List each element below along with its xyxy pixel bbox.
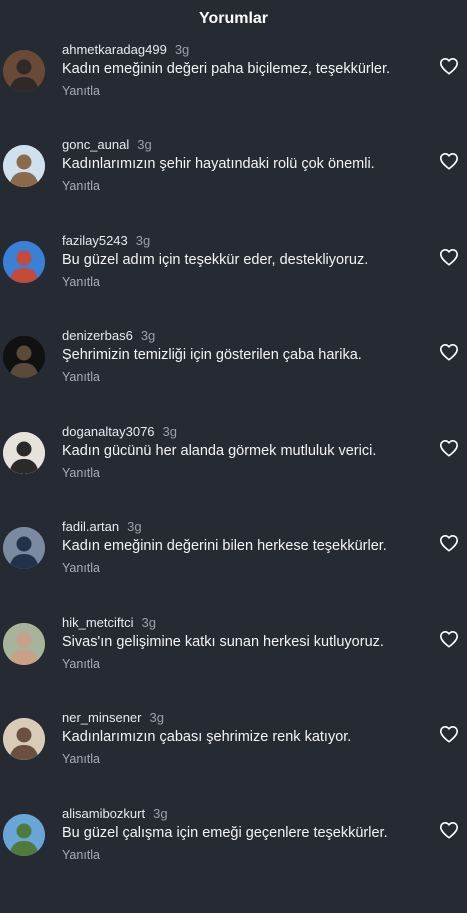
reply-button[interactable]: Yanıtla (62, 657, 100, 671)
comment-text: Kadın emeğinin değerini bilen herkese te… (62, 538, 387, 554)
comment-text: Sivas'ın gelişimine katkı sunan herkesi … (62, 634, 384, 650)
header-title: Yorumlar (198, 10, 269, 27)
comments-header: Yorumlar (0, 0, 467, 38)
comment-username[interactable]: doganaltay3076 (62, 424, 155, 439)
comment-time: 3g (149, 710, 164, 725)
comment-text: Bu güzel adım için teşekkür eder, destek… (62, 252, 369, 268)
comment-username[interactable]: fazilay5243 (62, 233, 128, 248)
heart-outline-icon[interactable] (439, 725, 459, 743)
heart-outline-icon[interactable] (439, 152, 459, 170)
comment-item: fazilay5243 3g Bu güzel adım için teşekkü… (0, 233, 467, 340)
comment-time: 3g (141, 615, 156, 630)
avatar[interactable] (3, 718, 45, 760)
comment-text: Kadın gücünü her alanda görmek mutluluk … (62, 443, 377, 459)
reply-button[interactable]: Yanıtla (62, 84, 100, 98)
comment-username[interactable]: ner_minsener (62, 710, 142, 725)
avatar[interactable] (3, 623, 45, 665)
reply-button[interactable]: Yanıtla (62, 561, 100, 575)
comment-username[interactable]: fadil.artan (62, 519, 119, 534)
heart-outline-icon[interactable] (439, 821, 459, 839)
avatar[interactable] (3, 145, 45, 187)
avatar[interactable] (3, 50, 45, 92)
avatar[interactable] (3, 432, 45, 474)
comment-text: Kadınlarımızın çabası şehrimize renk kat… (62, 729, 352, 745)
comment-item: hik_metciftci 3g Sivas'ın gelişimine katk… (0, 615, 467, 722)
comment-username[interactable]: denizerbas6 (62, 328, 133, 343)
heart-outline-icon[interactable] (439, 630, 459, 648)
comment-time: 3g (153, 806, 168, 821)
comment-time: 3g (162, 424, 177, 439)
comment-item: denizerbas6 3g Şehrimizin temizliği için … (0, 328, 467, 435)
heart-outline-icon[interactable] (439, 439, 459, 457)
comment-time: 3g (135, 233, 151, 248)
reply-button[interactable]: Yanıtla (62, 848, 100, 862)
comment-username[interactable]: alisamibozkurt (62, 806, 145, 821)
comments-list[interactable]: ahmetkaradag499 3g Kadın emeğinin değeri … (0, 0, 467, 868)
comment-item: doganaltay3076 3g Kadın gücünü her alanda… (0, 424, 467, 531)
comment-item: ner_minsener 3g Kadınlarımızın çabası şeh… (0, 710, 467, 817)
comment-text: Bu güzel çalışma için emeği geçenlere te… (62, 825, 388, 841)
reply-button[interactable]: Yanıtla (62, 466, 100, 480)
comment-username[interactable]: hik_metciftci (62, 615, 134, 630)
comment-time: 3g (174, 42, 190, 57)
reply-button[interactable]: Yanıtla (62, 179, 100, 193)
avatar[interactable] (3, 241, 45, 283)
comment-time: 3g (140, 328, 156, 343)
comment-username[interactable]: gonc_aunal (62, 137, 129, 152)
comment-time: 3g (137, 137, 152, 152)
avatar[interactable] (3, 814, 45, 856)
reply-button[interactable]: Yanıtla (62, 275, 100, 289)
comment-item: alisamibozkurt 3g Bu güzel çalışma için e… (0, 806, 467, 913)
comment-item: fadil.artan 3g Kadın emeğinin değerini bi… (0, 519, 467, 626)
comment-text: Şehrimizin temizliği için gösterilen çab… (62, 347, 362, 363)
reply-button[interactable]: Yanıtla (62, 370, 100, 384)
comment-text: Kadınlarımızın şehir hayatındaki rolü ço… (62, 156, 375, 172)
comment-item: ahmetkaradag499 3g Kadın emeğinin değeri … (0, 42, 467, 149)
heart-outline-icon[interactable] (439, 534, 459, 552)
comment-username[interactable]: ahmetkaradag499 (62, 42, 167, 57)
heart-outline-icon[interactable] (439, 57, 459, 75)
avatar[interactable] (3, 336, 45, 378)
heart-outline-icon[interactable] (439, 343, 459, 361)
comment-time: 3g (127, 519, 142, 534)
comment-text: Kadın emeğinin değeri paha biçilemez, te… (62, 61, 391, 77)
reply-button[interactable]: Yanıtla (62, 752, 100, 766)
comment-item: gonc_aunal 3g Kadınlarımızın şehir hayatı… (0, 137, 467, 244)
heart-outline-icon[interactable] (439, 248, 459, 266)
avatar[interactable] (3, 527, 45, 569)
